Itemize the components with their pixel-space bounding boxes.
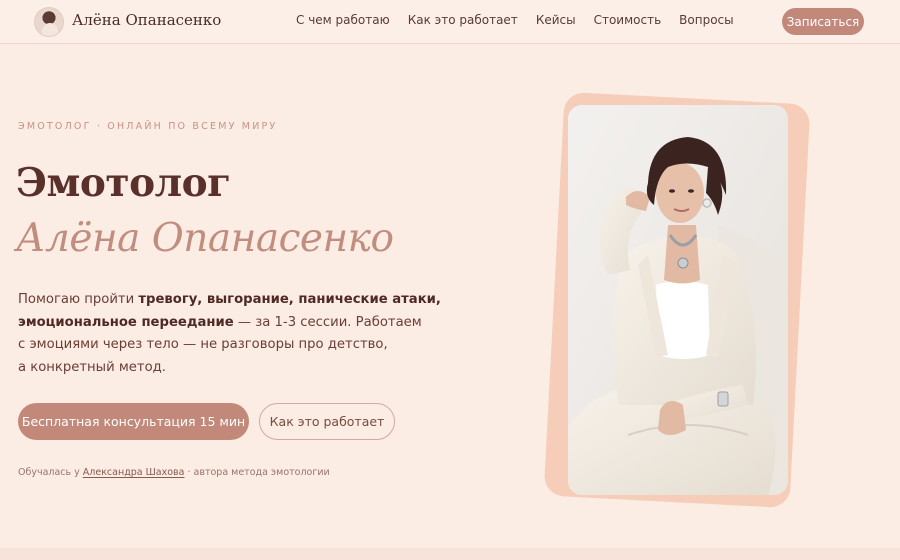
note-text: Обучалась у	[18, 467, 83, 478]
how-it-works-button[interactable]: Как это работает	[259, 403, 395, 440]
nav-link-how-it-works[interactable]: Как это работает	[408, 13, 518, 27]
lead-bold: тревогу, выгорание, панические атаки,	[138, 292, 441, 307]
section-divider	[0, 548, 900, 560]
nav-link-faq[interactable]: Вопросы	[679, 13, 733, 27]
note-text: · автора метода эмотологии	[184, 467, 330, 478]
lead-text: — за 1-3 сессии. Работаем	[233, 314, 422, 330]
nav-link-pricing[interactable]: Стоимость	[594, 13, 662, 27]
main-nav: С чем работаю Как это работает Кейсы Сто…	[296, 13, 752, 27]
free-consultation-button[interactable]: Бесплатная консультация 15 мин	[18, 403, 249, 440]
site-header: Алёна Опанасенко С чем работаю Как это р…	[0, 0, 900, 44]
lead-text: с эмоциями через тело — не разговоры про…	[18, 337, 388, 352]
lead-text: а конкретный метод.	[18, 359, 166, 375]
lead-text: Помогаю пройти	[18, 292, 139, 307]
hero-title-name: Алёна Опанасенко	[16, 216, 394, 261]
hero-title: Эмотолог	[16, 160, 231, 206]
lead-bold: эмоциональное переедание	[18, 314, 234, 330]
nav-link-cases[interactable]: Кейсы	[536, 13, 576, 27]
signup-button[interactable]: Записаться	[782, 8, 864, 35]
portrait-illustration	[568, 105, 788, 495]
hero-lead: Помогаю пройти тревогу, выгорание, панич…	[18, 289, 441, 379]
training-note: Обучалась у Александра Шахова · автора м…	[18, 467, 330, 478]
nav-link-services[interactable]: С чем работаю	[296, 13, 390, 27]
brand-name[interactable]: Алёна Опанасенко	[72, 11, 221, 29]
teacher-link[interactable]: Александра Шахова	[83, 467, 185, 478]
avatar[interactable]	[34, 7, 64, 37]
hero-eyebrow: Эмотолог · онлайн по всему миру	[18, 121, 278, 132]
portrait-photo	[568, 105, 788, 495]
